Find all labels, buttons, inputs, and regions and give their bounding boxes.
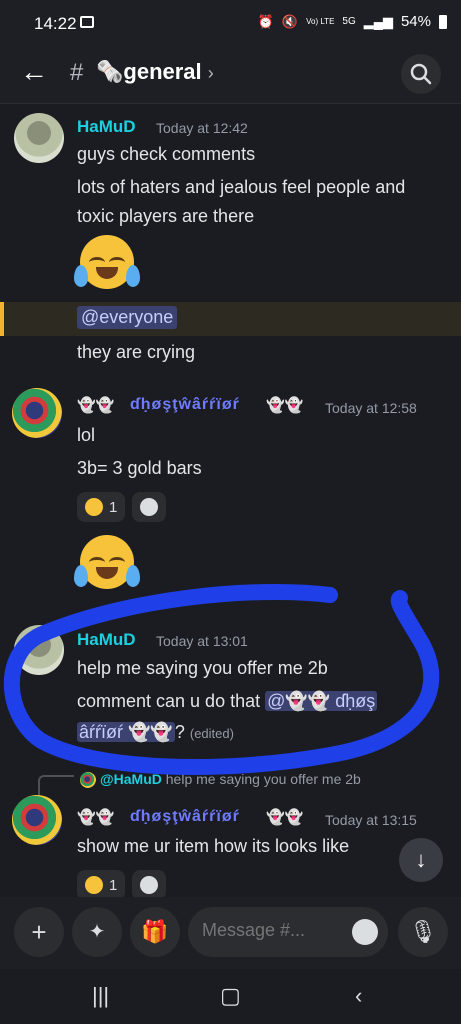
ghost-emoji-icon: 👻👻 bbox=[77, 809, 115, 826]
message-text: show me ur item how its looks like bbox=[77, 836, 350, 856]
channel-name[interactable]: 🗞️general › bbox=[96, 59, 214, 85]
add-reaction-button[interactable] bbox=[132, 870, 166, 897]
reaction-joy[interactable]: 1 bbox=[77, 492, 126, 522]
avatar[interactable] bbox=[12, 388, 62, 438]
channel-header: ← # 🗞️general › bbox=[0, 48, 461, 104]
message-composer: + ✦ 🎁 🎙 bbox=[0, 897, 461, 969]
mic-icon: 🎙 bbox=[409, 919, 437, 944]
message-input[interactable] bbox=[188, 907, 388, 957]
plus-icon: + bbox=[31, 917, 47, 947]
arrow-down-icon: ↓ bbox=[415, 847, 427, 872]
message-text: they are crying bbox=[77, 342, 196, 362]
message-author[interactable]: ɗḥøşţŵâŕŕїøŕ bbox=[130, 808, 240, 826]
message-text: lots of haters and jealous feel people a… bbox=[77, 177, 406, 197]
recent-apps-icon[interactable]: ||| bbox=[92, 983, 109, 1009]
network-5g-icon: 5G bbox=[342, 15, 356, 27]
gift-button[interactable]: 🎁 bbox=[130, 907, 180, 957]
emoji-picker-icon[interactable] bbox=[352, 919, 378, 945]
message-timestamp: Today at 12:42 bbox=[156, 120, 248, 136]
message-text: lol bbox=[77, 425, 96, 445]
message-timestamp: Today at 13:01 bbox=[156, 633, 248, 649]
reply-preview[interactable]: @HaMuD help me saying you offer me 2b bbox=[100, 771, 361, 787]
voice-message-button[interactable]: 🎙 bbox=[398, 907, 448, 957]
message-list[interactable]: HaMuD Today at 12:42 guys check comments… bbox=[0, 105, 461, 897]
reaction-count: 1 bbox=[109, 498, 118, 516]
message-text: help me saying you offer me 2b bbox=[77, 658, 328, 678]
status-icons: ⏰ 🔇 Vo) LTE 5G ▂▄▆ 54% bbox=[258, 13, 447, 30]
reply-avatar bbox=[80, 772, 96, 788]
system-nav-bar: ||| ▢ ‹ bbox=[0, 969, 461, 1024]
reaction-joy[interactable]: 1 bbox=[77, 870, 126, 897]
ghost-emoji-icon: 👻👻 bbox=[266, 397, 304, 414]
volte-icon: Vo) LTE bbox=[306, 16, 335, 26]
search-icon bbox=[410, 63, 432, 85]
battery-icon bbox=[439, 14, 447, 29]
home-icon[interactable]: ▢ bbox=[220, 983, 241, 1009]
gift-icon: 🎁 bbox=[141, 919, 169, 944]
message-text: guys check comments bbox=[77, 144, 256, 164]
status-bar: 14:22 ⏰ 🔇 Vo) LTE 5G ▂▄▆ 54% bbox=[0, 0, 461, 48]
apps-icon: ✦ bbox=[88, 921, 106, 943]
message-text: âŕŕїøŕ 👻👻? (edited) bbox=[77, 722, 234, 742]
message-timestamp: Today at 12:58 bbox=[325, 400, 417, 416]
search-button[interactable] bbox=[401, 54, 441, 94]
apps-button[interactable]: ✦ bbox=[72, 907, 122, 957]
message-author[interactable]: HaMuD bbox=[77, 630, 136, 650]
status-time: 14:22 bbox=[34, 14, 77, 33]
reply-connector bbox=[38, 775, 74, 795]
add-attachment-button[interactable]: + bbox=[14, 907, 64, 957]
scroll-to-bottom-button[interactable]: ↓ bbox=[399, 838, 443, 882]
alarm-icon: ⏰ bbox=[257, 13, 274, 29]
back-icon[interactable]: ‹ bbox=[355, 983, 362, 1009]
everyone-mention[interactable]: @everyone bbox=[77, 306, 178, 329]
signal-icon: ▂▄▆ bbox=[363, 13, 393, 29]
gallery-notification-icon bbox=[80, 16, 94, 28]
avatar[interactable] bbox=[14, 113, 64, 163]
battery-percent: 54% bbox=[400, 13, 431, 30]
joy-emoji-icon bbox=[74, 535, 140, 589]
mute-icon: 🔇 bbox=[281, 13, 299, 29]
message-field[interactable] bbox=[202, 920, 332, 941]
joy-emoji-icon bbox=[74, 235, 140, 289]
reaction-count: 1 bbox=[109, 876, 118, 894]
joy-emoji-icon bbox=[85, 876, 103, 894]
channel-hash-icon: # bbox=[70, 59, 84, 86]
add-reaction-button[interactable] bbox=[132, 492, 166, 522]
ghost-emoji-icon: 👻👻 bbox=[266, 809, 304, 826]
joy-emoji-icon bbox=[85, 498, 103, 516]
message-author[interactable]: ɗḥøşţŵâŕŕїøŕ bbox=[130, 396, 240, 414]
back-arrow-icon[interactable]: ← bbox=[20, 58, 48, 86]
message-author[interactable]: HaMuD bbox=[77, 117, 136, 137]
mention-highlight-row: @everyone bbox=[0, 302, 461, 336]
avatar[interactable] bbox=[12, 795, 62, 845]
message-text: toxic players are there bbox=[77, 206, 255, 226]
ghost-emoji-icon: 👻👻 bbox=[77, 397, 115, 414]
edited-label: (edited) bbox=[189, 726, 234, 741]
message-text: 3b= 3 gold bars bbox=[77, 458, 202, 478]
user-mention[interactable]: âŕŕїøŕ 👻👻 bbox=[77, 722, 175, 742]
message-timestamp: Today at 13:15 bbox=[325, 812, 417, 828]
message-text: comment can u do that @👻👻 ɗḥøş bbox=[77, 691, 378, 711]
avatar[interactable] bbox=[14, 625, 64, 675]
user-mention[interactable]: @👻👻 ɗḥøş bbox=[265, 691, 378, 711]
